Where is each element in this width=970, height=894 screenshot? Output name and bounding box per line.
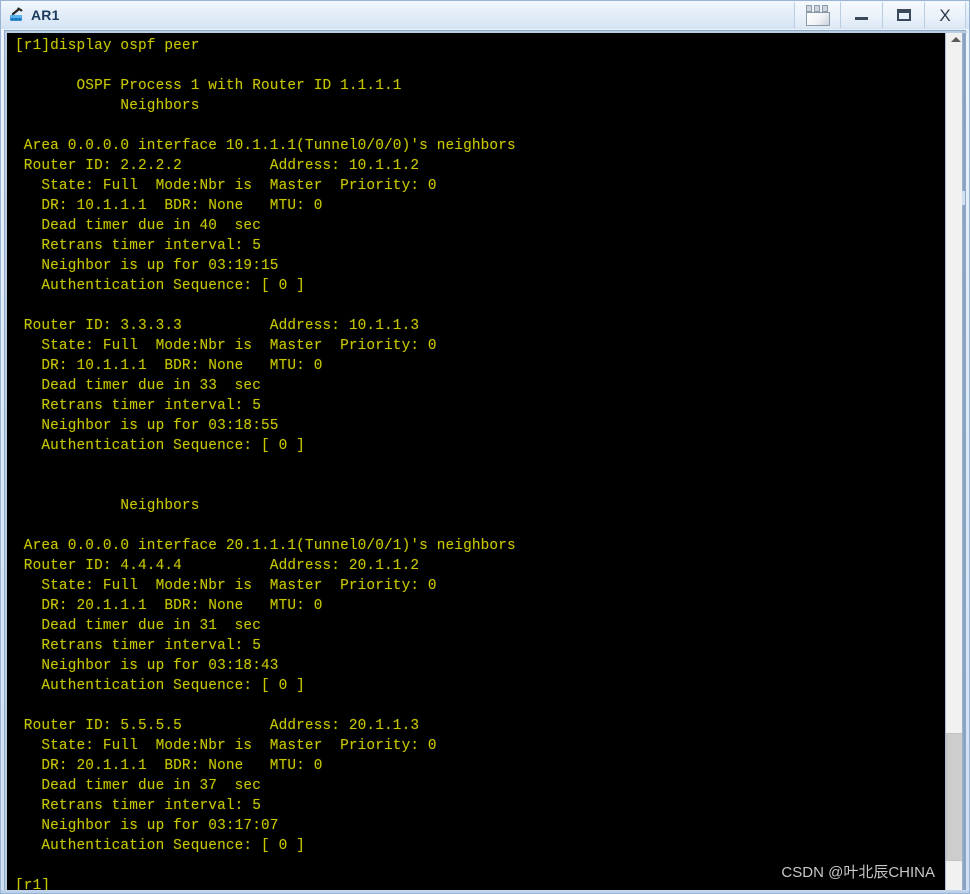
close-button[interactable]: X	[924, 2, 966, 28]
chevron-up-icon	[950, 37, 961, 42]
maximize-button[interactable]	[882, 2, 924, 28]
terminal-frame: [r1]display ospf peer OSPF Process 1 wit…	[4, 30, 967, 892]
router-icon	[8, 6, 26, 24]
cascade-windows-icon	[805, 4, 830, 26]
window-controls: X	[794, 2, 966, 28]
title-bar: AR1 X	[1, 1, 969, 29]
terminal-window: AR1 X [r1]display ospf peer OSPF Process…	[0, 0, 970, 894]
title-bar-left: AR1	[1, 6, 60, 24]
terminal-output-area[interactable]: [r1]display ospf peer OSPF Process 1 wit…	[5, 31, 945, 890]
minimize-icon	[855, 16, 868, 20]
window-bottom-strip	[1, 890, 969, 893]
minimize-button[interactable]	[840, 2, 882, 28]
scrollbar-edge-thumb	[962, 191, 965, 205]
vertical-scrollbar[interactable]	[945, 31, 965, 890]
window-title: AR1	[31, 7, 60, 23]
console-text: [r1]display ospf peer OSPF Process 1 wit…	[5, 31, 945, 890]
watermark-label: CSDN @叶北辰CHINA	[781, 864, 935, 881]
scrollbar-edge	[962, 31, 965, 890]
cascade-windows-button[interactable]	[794, 2, 840, 28]
maximize-icon	[896, 9, 911, 21]
close-icon: X	[939, 5, 951, 25]
